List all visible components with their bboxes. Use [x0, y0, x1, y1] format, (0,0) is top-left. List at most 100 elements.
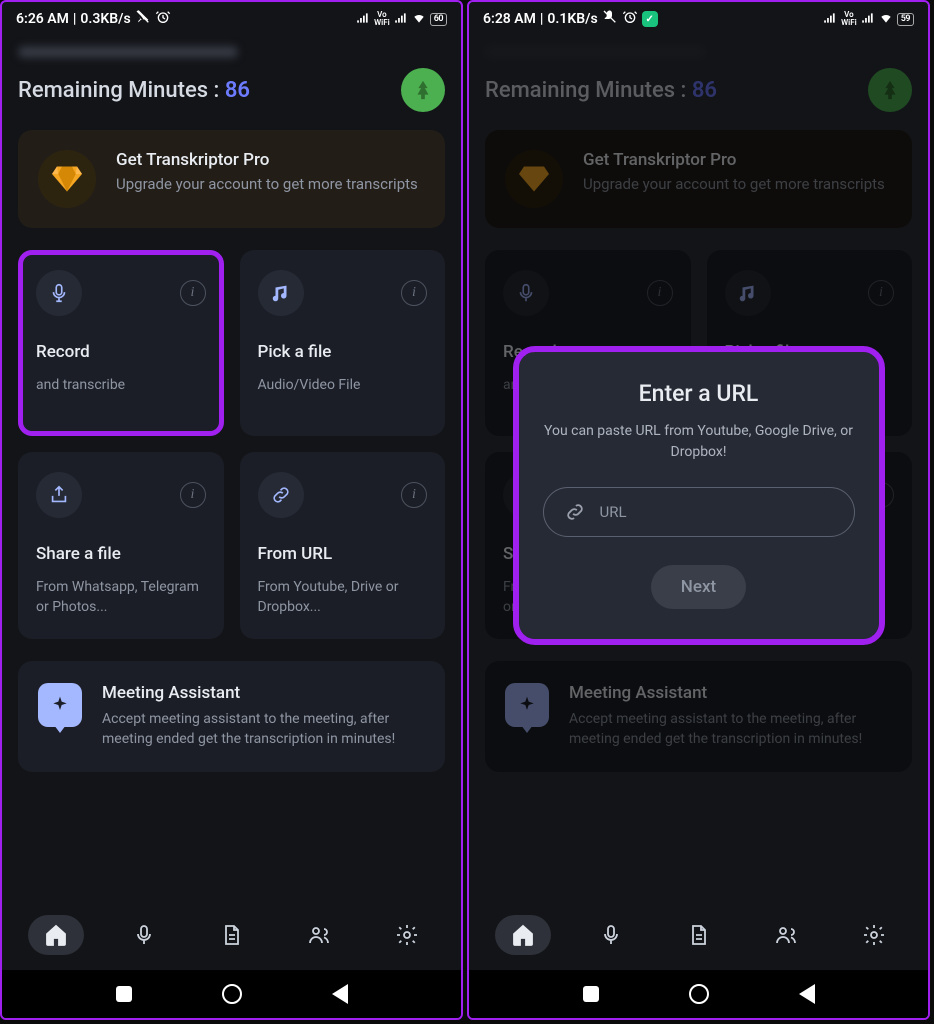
meeting-title: Meeting Assistant	[569, 683, 892, 703]
music-icon	[258, 270, 304, 316]
meeting-title: Meeting Assistant	[102, 683, 425, 703]
card-title: From URL	[258, 544, 428, 564]
back-button[interactable]	[332, 984, 348, 1004]
tree-icon	[879, 78, 901, 102]
url-input[interactable]: URL	[543, 487, 855, 537]
avatar-button[interactable]	[868, 68, 912, 112]
upgrade-card[interactable]: Get Transkriptor Pro Upgrade your accoun…	[485, 130, 912, 228]
share-file-card[interactable]: i Share a file From Whatsapp, Telegram o…	[18, 452, 224, 639]
microphone-icon	[503, 270, 549, 316]
link-icon	[258, 472, 304, 518]
battery-icon: 60	[430, 13, 447, 26]
nav-record[interactable]	[116, 915, 172, 955]
mute-icon	[135, 9, 151, 29]
meeting-assistant-card[interactable]: Meeting Assistant Accept meeting assista…	[18, 661, 445, 772]
left-screenshot: 6:26 AM | 0.3KB/s VoWiFi 60 Remaining Mi…	[0, 0, 463, 1020]
upgrade-sub: Upgrade your account to get more transcr…	[583, 174, 885, 195]
recent-apps-button[interactable]	[116, 986, 132, 1002]
app-badge-icon	[642, 11, 658, 27]
upgrade-title: Get Transkriptor Pro	[116, 150, 418, 170]
remaining-minutes-value: 86	[692, 78, 717, 103]
android-nav	[2, 970, 461, 1018]
info-icon[interactable]: i	[401, 482, 427, 508]
diamond-icon	[38, 150, 96, 208]
sparkle-icon	[505, 683, 549, 727]
tree-icon	[412, 78, 434, 102]
battery-icon: 59	[897, 13, 914, 26]
home-button[interactable]	[222, 984, 242, 1004]
screen-content: Remaining Minutes : 86 Get Transkriptor …	[2, 36, 461, 900]
alarm-icon	[155, 9, 171, 29]
upload-icon	[36, 472, 82, 518]
modal-description: You can paste URL from Youtube, Google D…	[543, 421, 855, 463]
record-card[interactable]: i Record and transcribe	[18, 250, 224, 436]
upgrade-card[interactable]: Get Transkriptor Pro Upgrade your accoun…	[18, 130, 445, 228]
microphone-icon	[36, 270, 82, 316]
remaining-minutes-label: Remaining Minutes : 86	[18, 78, 250, 103]
avatar-button[interactable]	[401, 68, 445, 112]
back-button[interactable]	[799, 984, 815, 1004]
info-icon[interactable]: i	[180, 280, 206, 306]
nav-files[interactable]	[670, 915, 726, 955]
nav-record[interactable]	[583, 915, 639, 955]
status-time: 6:28 AM	[483, 11, 536, 27]
sparkle-icon	[38, 683, 82, 727]
info-icon[interactable]: i	[401, 280, 427, 306]
signal-icon	[356, 11, 370, 28]
nav-people[interactable]	[291, 915, 347, 955]
modal-title: Enter a URL	[543, 380, 855, 407]
nav-people[interactable]	[758, 915, 814, 955]
nav-settings[interactable]	[379, 915, 435, 955]
mute-icon	[602, 9, 618, 29]
status-bar: 6:26 AM | 0.3KB/s VoWiFi 60	[2, 2, 461, 36]
nav-home[interactable]	[28, 915, 84, 955]
status-time: 6:26 AM	[16, 11, 69, 27]
card-sub: Audio/Video File	[258, 376, 428, 396]
bottom-nav	[469, 900, 928, 970]
url-placeholder: URL	[600, 503, 627, 521]
right-screenshot: 6:28 AM | 0.1KB/s VoWiFi 59 Remaining Mi…	[467, 0, 930, 1020]
home-button[interactable]	[689, 984, 709, 1004]
music-icon	[725, 270, 771, 316]
info-icon[interactable]: i	[868, 280, 894, 306]
status-net-speed: 0.1KB/s	[547, 11, 597, 27]
signal-icon-2	[394, 11, 408, 28]
diamond-icon	[505, 150, 563, 208]
redaction-smudge	[485, 46, 705, 58]
card-sub: From Whatsapp, Telegram or Photos...	[36, 578, 206, 617]
redaction-smudge	[18, 46, 238, 58]
from-url-card[interactable]: i From URL From Youtube, Drive or Dropbo…	[240, 452, 446, 639]
nav-home[interactable]	[495, 915, 551, 955]
meeting-sub: Accept meeting assistant to the meeting,…	[102, 709, 425, 750]
nav-settings[interactable]	[846, 915, 902, 955]
wifi-icon	[879, 11, 893, 28]
card-title: Pick a file	[258, 342, 428, 362]
status-net-speed: 0.3KB/s	[80, 11, 130, 27]
meeting-assistant-card[interactable]: Meeting Assistant Accept meeting assista…	[485, 661, 912, 772]
alarm-icon	[622, 9, 638, 29]
info-icon[interactable]: i	[647, 280, 673, 306]
recent-apps-button[interactable]	[583, 986, 599, 1002]
nav-files[interactable]	[203, 915, 259, 955]
upgrade-title: Get Transkriptor Pro	[583, 150, 885, 170]
remaining-minutes-label: Remaining Minutes : 86	[485, 78, 717, 103]
enter-url-modal: Enter a URL You can paste URL from Youtu…	[519, 352, 879, 639]
card-title: Record	[36, 342, 206, 362]
bottom-nav	[2, 900, 461, 970]
status-bar: 6:28 AM | 0.1KB/s VoWiFi 59	[469, 2, 928, 36]
meeting-sub: Accept meeting assistant to the meeting,…	[569, 709, 892, 750]
signal-icon	[823, 11, 837, 28]
pick-file-card[interactable]: i Pick a file Audio/Video File	[240, 250, 446, 436]
link-icon	[564, 501, 586, 523]
card-title: Share a file	[36, 544, 206, 564]
card-sub: and transcribe	[36, 376, 206, 396]
signal-icon-2	[861, 11, 875, 28]
info-icon[interactable]: i	[180, 482, 206, 508]
vowifi-icon: VoWiFi	[374, 11, 390, 27]
android-nav	[469, 970, 928, 1018]
next-button[interactable]: Next	[651, 565, 746, 609]
wifi-icon	[412, 11, 426, 28]
vowifi-icon: VoWiFi	[841, 11, 857, 27]
remaining-minutes-value: 86	[225, 78, 250, 103]
upgrade-sub: Upgrade your account to get more transcr…	[116, 174, 418, 195]
